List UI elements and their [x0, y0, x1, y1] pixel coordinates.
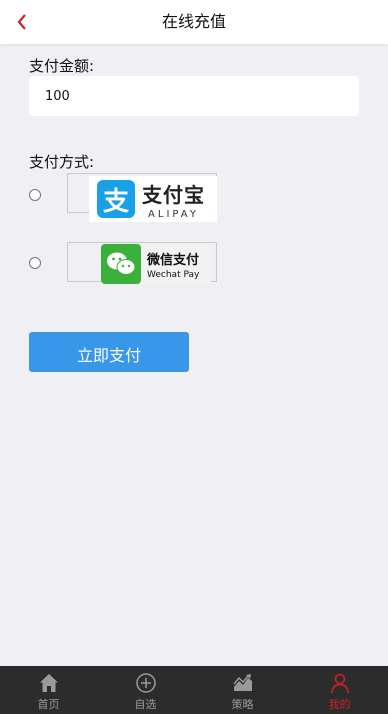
wechat-icon [101, 244, 141, 284]
alipay-icon: 支 [97, 180, 135, 218]
page-title: 在线充值 [161, 12, 226, 31]
plus-circle-icon [135, 673, 156, 693]
alipay-logo: 支 支付宝 ALIPAY [89, 176, 217, 222]
user-icon [330, 673, 349, 694]
alipay-name-en: ALIPAY [148, 208, 199, 220]
wechat-pay-name: 微信支付 [147, 252, 200, 268]
tab-mine-label: 我的 [328, 698, 351, 711]
tab-home-label: 首页 [37, 698, 60, 711]
amount-input[interactable] [29, 76, 359, 116]
pay-now-button[interactable]: 立即支付 [29, 332, 189, 372]
tab-strategy[interactable]: 策略 [194, 666, 291, 714]
wechat-pay-option[interactable]: 微信支付 Wechat Pay [67, 242, 217, 284]
amount-label: 支付金额: [29, 57, 95, 75]
wechat-radio[interactable] [29, 257, 41, 269]
tab-strategy-label: 策略 [231, 698, 254, 711]
wechat-pay-name-en: Wechat Pay [147, 269, 200, 280]
home-icon [39, 674, 58, 692]
chart-icon [232, 674, 252, 691]
tab-watchlist[interactable]: 自选 [97, 666, 194, 714]
tab-watchlist-label: 自选 [134, 698, 157, 711]
bottom-tab-bar: 首页 自选 策略 我的 [0, 666, 388, 714]
wechat-pay-logo: 微信支付 Wechat Pay [101, 244, 211, 284]
tab-mine[interactable]: 我的 [291, 666, 388, 714]
alipay-name: 支付宝 [142, 182, 205, 207]
top-bar: 在线充值 [0, 0, 388, 44]
alipay-option[interactable]: 支 支付宝 ALIPAY [67, 173, 217, 222]
payment-method-label: 支付方式: [29, 153, 95, 171]
tab-home[interactable]: 首页 [0, 666, 97, 714]
alipay-radio[interactable] [29, 189, 41, 201]
